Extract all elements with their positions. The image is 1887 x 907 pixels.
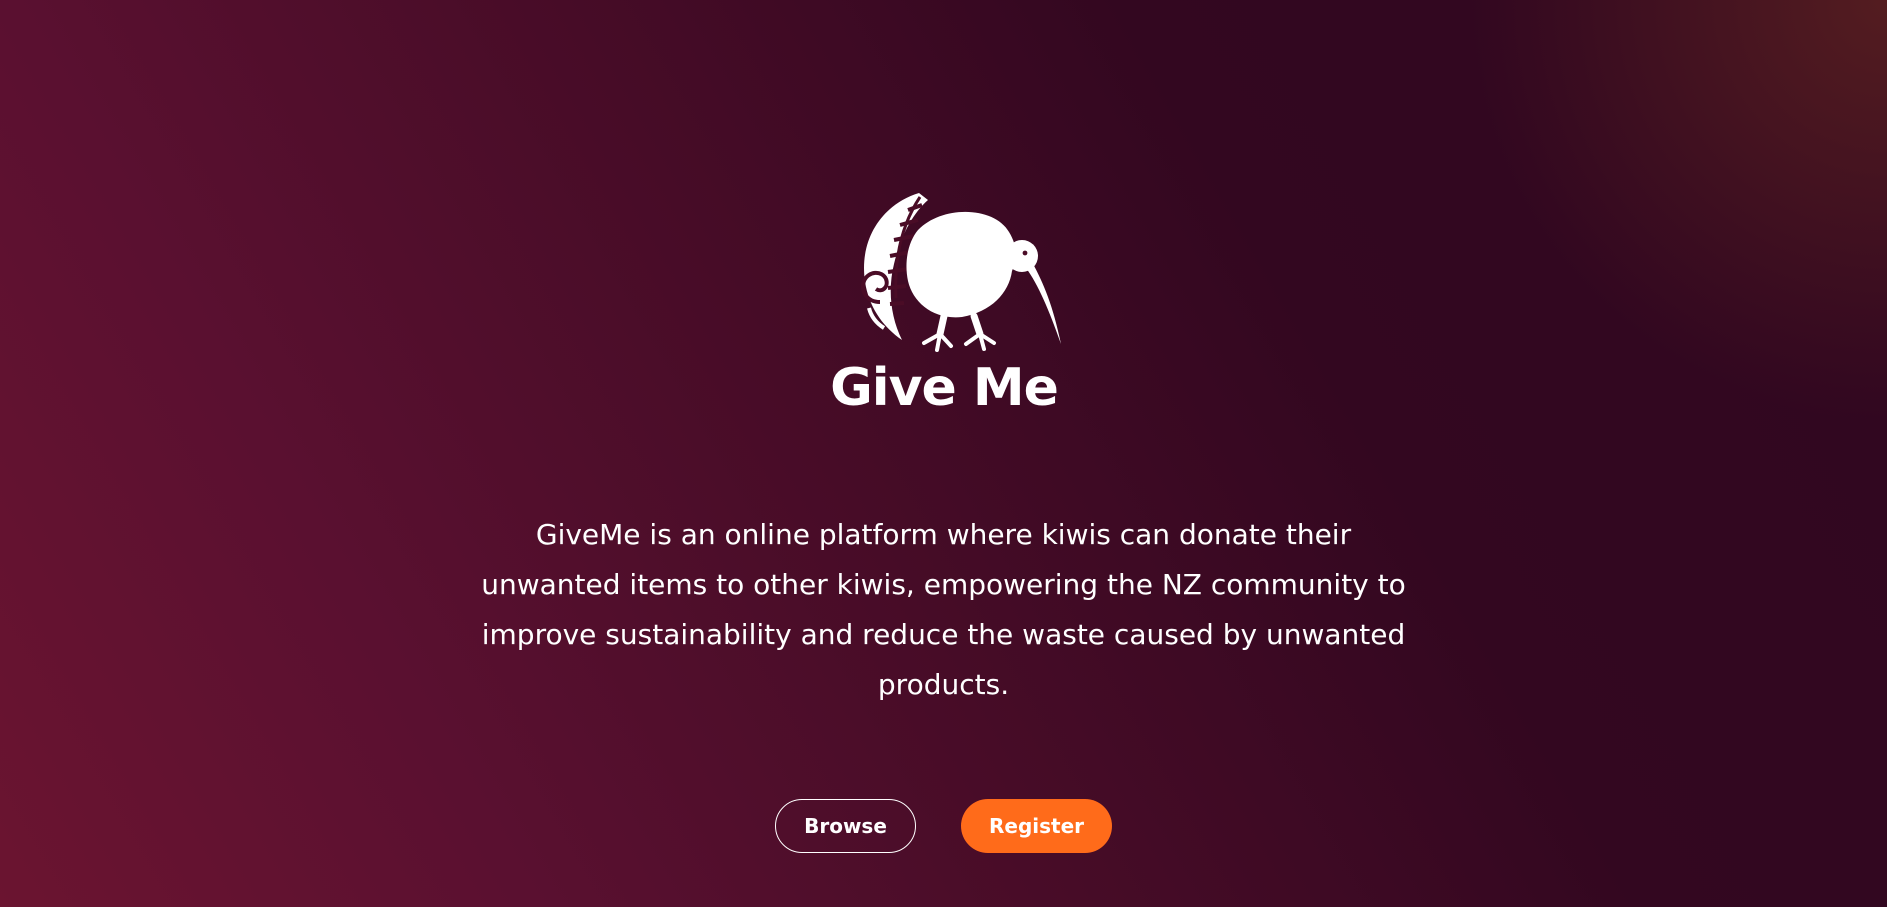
browse-button[interactable]: Browse bbox=[775, 799, 916, 853]
logo-text: Give Me bbox=[830, 358, 1059, 418]
register-button[interactable]: Register bbox=[961, 799, 1112, 853]
hero-section: Give Me GiveMe is an online platform whe… bbox=[0, 0, 1887, 907]
hero-description: GiveMe is an online platform where kiwis… bbox=[481, 518, 1406, 701]
brand-logo: Give Me bbox=[824, 180, 1064, 430]
kiwi-bird-with-fern-icon bbox=[860, 193, 1061, 352]
